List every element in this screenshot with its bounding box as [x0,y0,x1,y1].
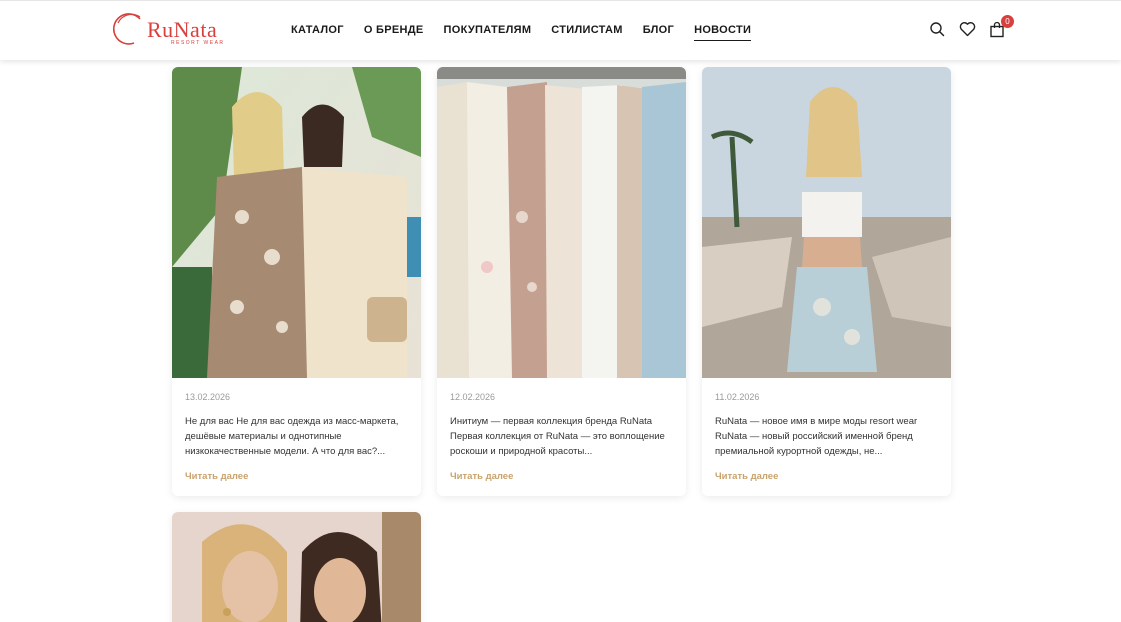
news-image-woman-beach[interactable] [702,67,951,378]
news-excerpt: Инитиум — первая коллекция бренда RuNata… [450,416,665,457]
news-card[interactable] [172,512,421,622]
news-date: 11.02.2026 [715,392,760,402]
logo-ring-icon [113,13,141,45]
cart-icon[interactable]: 0 [989,15,1014,39]
nav-item-customers[interactable]: ПОКУПАТЕЛЯМ [444,24,532,41]
heart-icon[interactable] [959,21,977,39]
news-date: 13.02.2026 [185,392,231,402]
news-image-two-women-portrait[interactable] [172,512,421,622]
news-image-two-women[interactable] [172,67,421,378]
news-excerpt: RuNata — новое имя в мире моды resort we… [715,416,918,457]
news-image-clothes-rack[interactable] [437,67,686,378]
news-card[interactable]: 11.02.2026 RuNata — новое имя в мире мод… [702,67,951,496]
nav-item-stylists[interactable]: СТИЛИСТАМ [551,24,622,41]
news-date: 12.02.2026 [450,392,496,402]
news-card[interactable]: 13.02.2026 Не для вас Не для вас одежда … [172,67,421,496]
read-more-link[interactable]: Читать далее [715,471,938,482]
news-excerpt: Не для вас Не для вас одежда из масс-мар… [185,416,399,457]
news-card-body: 11.02.2026 RuNata — новое имя в мире мод… [702,378,951,496]
nav-item-catalog[interactable]: КАТАЛОГ [291,24,344,41]
brand-logo[interactable]: RuNata RESORT WEAR [110,11,250,51]
news-card[interactable]: 12.02.2026 Инитиум — первая коллекция бр… [437,67,686,496]
news-card-body: 12.02.2026 Инитиум — первая коллекция бр… [437,378,686,496]
nav-item-news[interactable]: НОВОСТИ [694,24,752,41]
cart-count-badge: 0 [1001,15,1014,28]
search-icon[interactable] [929,21,947,39]
logo-tagline: RESORT WEAR [171,40,225,46]
news-card-body: 13.02.2026 Не для вас Не для вас одежда … [172,378,421,496]
main-nav: КАТАЛОГ О БРЕНДЕ ПОКУПАТЕЛЯМ СТИЛИСТАМ Б… [291,24,752,41]
read-more-link[interactable]: Читать далее [185,471,408,482]
nav-item-about-brand[interactable]: О БРЕНДЕ [364,24,424,41]
site-header: RuNata RESORT WEAR КАТАЛОГ О БРЕНДЕ ПОКУ… [0,0,1121,60]
read-more-link[interactable]: Читать далее [450,471,673,482]
header-icons: 0 [929,15,1014,39]
nav-item-blog[interactable]: БЛОГ [643,24,674,41]
